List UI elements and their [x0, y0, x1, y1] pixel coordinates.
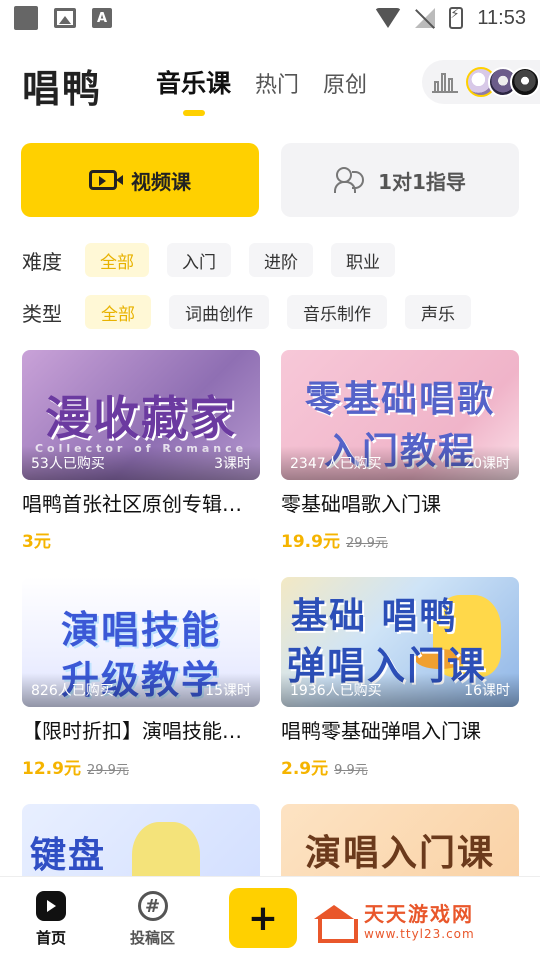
watermark-name: 天天游戏网 — [364, 901, 474, 926]
type-chip-music-production[interactable]: 音乐制作 — [287, 295, 387, 329]
course-title: 唱鸭首张社区原创专辑… — [22, 492, 242, 516]
price-row: 12.9元 29.9元 — [22, 754, 260, 779]
tab-hot[interactable]: 热门 — [255, 67, 299, 99]
a-notification-icon: A — [92, 8, 112, 28]
price-row: 3元 — [22, 527, 260, 552]
price-row: 2.9元 9.9元 — [281, 754, 519, 779]
watermark: 天天游戏网 www.ttyl23.com — [312, 897, 475, 943]
top-header: 唱鸭 音乐课 热门 原创 — [0, 48, 540, 118]
course-card[interactable]: 演唱技能 升级教学 826人已购买 15课时 【限时折扣】演唱技能… 12.9元… — [22, 577, 260, 779]
course-thumbnail: 演唱技能 升级教学 826人已购买 15课时 — [22, 577, 260, 707]
thumb-title: 演唱入门课 — [304, 833, 495, 874]
course-title: 【限时折扣】演唱技能… — [22, 719, 242, 743]
thumb-title: 零基础唱歌 — [304, 379, 495, 420]
hashtag-icon: # — [137, 891, 168, 921]
top-tabs: 音乐课 热门 原创 — [156, 64, 367, 100]
video-icon — [89, 170, 123, 190]
type-chip-songwriting[interactable]: 词曲创作 — [169, 295, 269, 329]
video-course-label: 视频课 — [131, 169, 191, 194]
bar-chart-icon — [432, 73, 458, 93]
original-price: 29.9元 — [86, 763, 129, 778]
nav-home[interactable]: 首页 — [36, 891, 66, 948]
course-price: 3元 — [22, 532, 51, 552]
status-bar: A 11:53 — [0, 0, 540, 36]
one-on-one-label: 1对1指导 — [378, 169, 466, 194]
level-chip-intermediate[interactable]: 进阶 — [249, 243, 313, 277]
tab-original[interactable]: 原创 — [323, 67, 367, 99]
type-filter-row: 类型 全部 词曲创作 音乐制作 声乐 — [22, 295, 489, 329]
nav-submission[interactable]: # 投稿区 — [130, 891, 175, 948]
watermark-logo-icon — [312, 897, 358, 943]
battery-charging-icon — [449, 7, 464, 29]
buyer-count: 1936人已购买 — [290, 683, 382, 699]
type-chip-vocal[interactable]: 声乐 — [405, 295, 471, 329]
thumb-meta: 1936人已购买 16课时 — [281, 673, 519, 707]
create-plus-button[interactable]: + — [229, 888, 297, 948]
level-chip-professional[interactable]: 职业 — [331, 243, 395, 277]
thumb-meta: 2347人已购买 20课时 — [281, 446, 519, 480]
thumb-title: 键盘 — [30, 835, 107, 876]
lesson-count: 16课时 — [464, 683, 510, 699]
lesson-count: 15课时 — [205, 683, 251, 699]
app-logo: 唱鸭 — [22, 66, 103, 111]
level-filter-label: 难度 — [22, 249, 62, 274]
thumb-title: 基础 唱鸭 — [291, 596, 458, 637]
course-title: 零基础唱歌入门课 — [281, 492, 441, 516]
course-thumbnail: 零基础唱歌 入门教程 2347人已购买 20课时 — [281, 350, 519, 480]
notification-square-icon — [14, 6, 38, 30]
course-card[interactable]: 基础 唱鸭 弹唱入门课 1936人已购买 16课时 唱鸭零基础弹唱入门课 2.9… — [281, 577, 519, 779]
level-chip-all[interactable]: 全部 — [85, 243, 149, 277]
course-price: 19.9元 — [281, 532, 340, 552]
course-thumbnail: 基础 唱鸭 弹唱入门课 1936人已购买 16课时 — [281, 577, 519, 707]
nav-home-label: 首页 — [36, 929, 67, 947]
lesson-count: 3课时 — [214, 456, 251, 472]
course-price: 2.9元 — [281, 759, 329, 779]
course-thumbnail: 漫收藏家 Collector of Romance 53人已购买 3课时 — [22, 350, 260, 480]
one-on-one-button[interactable]: 1对1指导 — [281, 143, 519, 217]
course-title: 唱鸭零基础弹唱入门课 — [281, 719, 481, 743]
course-price: 12.9元 — [22, 759, 81, 779]
thumb-title: 漫收藏家 — [45, 391, 237, 445]
video-course-button[interactable]: 视频课 — [21, 143, 259, 217]
lesson-count: 20课时 — [464, 456, 510, 472]
wifi-icon — [375, 8, 402, 28]
buyer-count: 2347人已购买 — [290, 456, 382, 472]
thumb-meta: 53人已购买 3课时 — [22, 446, 260, 480]
level-chip-beginner[interactable]: 入门 — [167, 243, 231, 277]
type-filter-label: 类型 — [22, 301, 62, 326]
level-filter-row: 难度 全部 入门 进阶 职业 — [22, 243, 413, 277]
price-row: 19.9元 29.9元 — [281, 527, 519, 552]
home-play-icon — [36, 891, 66, 921]
original-price: 9.9元 — [334, 763, 368, 778]
status-time: 11:53 — [477, 6, 526, 29]
thumb-meta: 826人已购买 15课时 — [22, 673, 260, 707]
avatar-stack — [466, 67, 540, 97]
course-card[interactable]: 零基础唱歌 入门教程 2347人已购买 20课时 零基础唱歌入门课 19.9元 … — [281, 350, 519, 552]
buyer-count: 53人已购买 — [31, 456, 105, 472]
watermark-url: www.ttyl23.com — [364, 926, 475, 941]
users-icon — [334, 167, 365, 193]
ranking-entry[interactable] — [422, 60, 540, 104]
nav-submission-label: 投稿区 — [130, 929, 176, 947]
bottom-nav: 首页 # 投稿区 + 天天游戏网 www.ttyl23.com — [0, 876, 540, 960]
buyer-count: 826人已购买 — [31, 683, 114, 699]
course-card[interactable]: 漫收藏家 Collector of Romance 53人已购买 3课时 唱鸭首… — [22, 350, 260, 552]
type-chip-all[interactable]: 全部 — [85, 295, 151, 329]
avatar — [510, 67, 540, 97]
image-notification-icon — [54, 8, 76, 28]
original-price: 29.9元 — [345, 536, 388, 551]
tab-music-class[interactable]: 音乐课 — [156, 64, 231, 100]
no-signal-icon — [415, 8, 436, 28]
thumb-title: 演唱技能 — [60, 608, 221, 652]
